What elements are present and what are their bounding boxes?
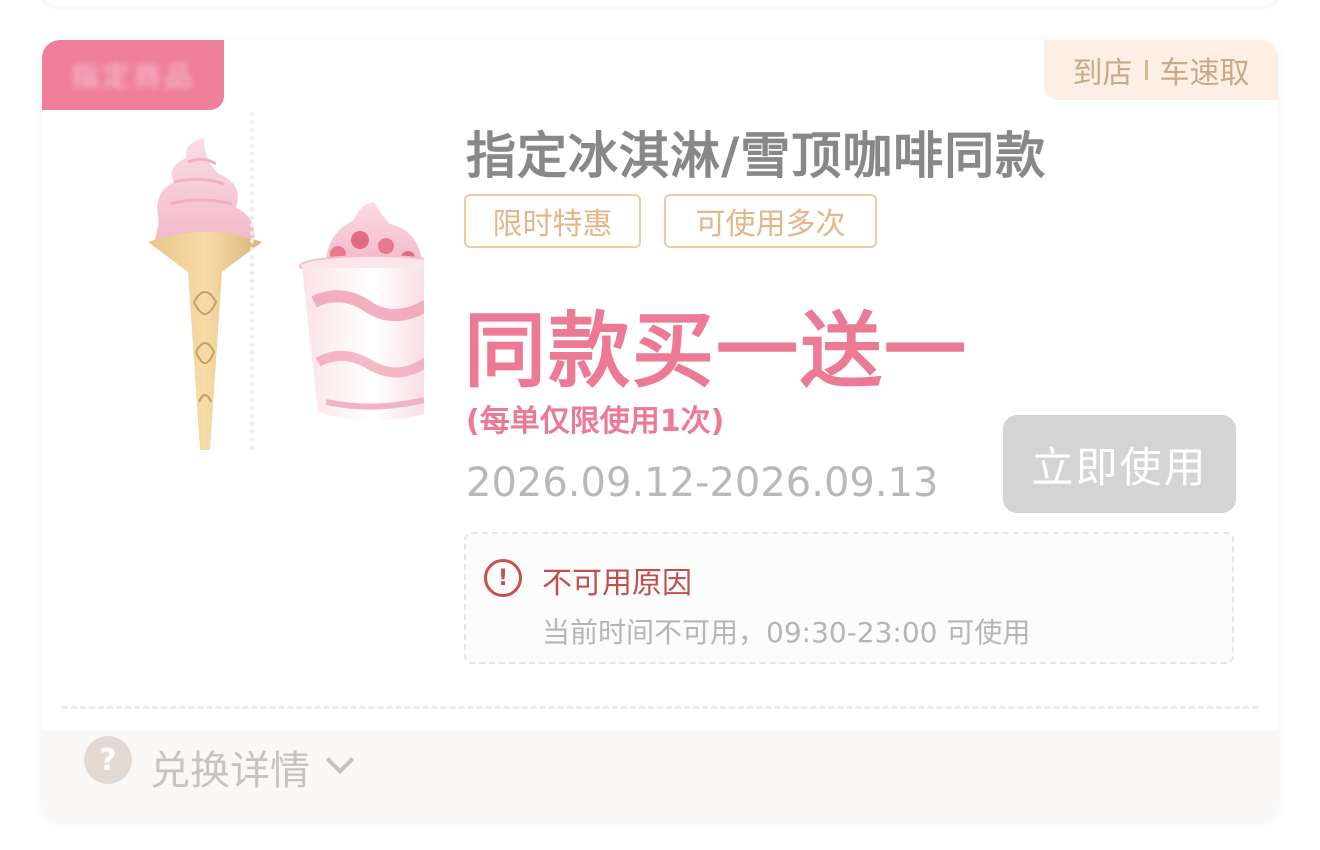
use-now-button[interactable]: 立即使用 (1003, 415, 1236, 513)
image-divider (250, 112, 254, 450)
channel-divider (1144, 60, 1148, 80)
validity-period: 2026.09.12-2026.09.13 (466, 460, 939, 506)
coupon-card: 指定商品 到店 车速取 指定冰淇淋/雪顶咖啡同款 限时特惠 可使用多次 同款买一… (42, 40, 1278, 820)
pickup-channel-tag: 到店 车速取 (1044, 40, 1278, 100)
tag-multi-use: 可使用多次 (664, 194, 877, 248)
ice-cream-cone-image (148, 138, 262, 450)
channel-drive-pickup: 车速取 (1159, 56, 1250, 91)
unavailable-reason-detail: 当前时间不可用，09:30-23:00 可使用 (542, 616, 1031, 649)
left-notch (42, 688, 60, 728)
corner-badge-label: 指定商品 (70, 60, 195, 93)
offer-headline: 同款买一送一 (464, 304, 969, 399)
usage-limit-note: (每单仅限使用1次) (466, 404, 725, 439)
alert-circle-icon: ! (484, 559, 522, 597)
channel-in-store: 到店 (1072, 56, 1133, 91)
unavailable-reason-title: 不可用原因 (542, 566, 692, 601)
tag-limited-offer: 限时特惠 (464, 194, 641, 248)
sundae-cup-image (299, 202, 424, 421)
product-image (148, 138, 424, 450)
perforation-line (62, 706, 1258, 709)
redemption-details-toggle[interactable]: 兑换详情 (150, 738, 310, 796)
coupon-corner-badge: 指定商品 (42, 40, 224, 110)
unavailable-reason-box: ! 不可用原因 当前时间不可用，09:30-23:00 可使用 (464, 532, 1234, 664)
previous-card-edge (42, 0, 1278, 6)
question-circle-icon[interactable]: ? (84, 736, 132, 784)
coupon-title: 指定冰淇淋/雪顶咖啡同款 (466, 127, 1047, 185)
right-notch (1260, 688, 1278, 728)
